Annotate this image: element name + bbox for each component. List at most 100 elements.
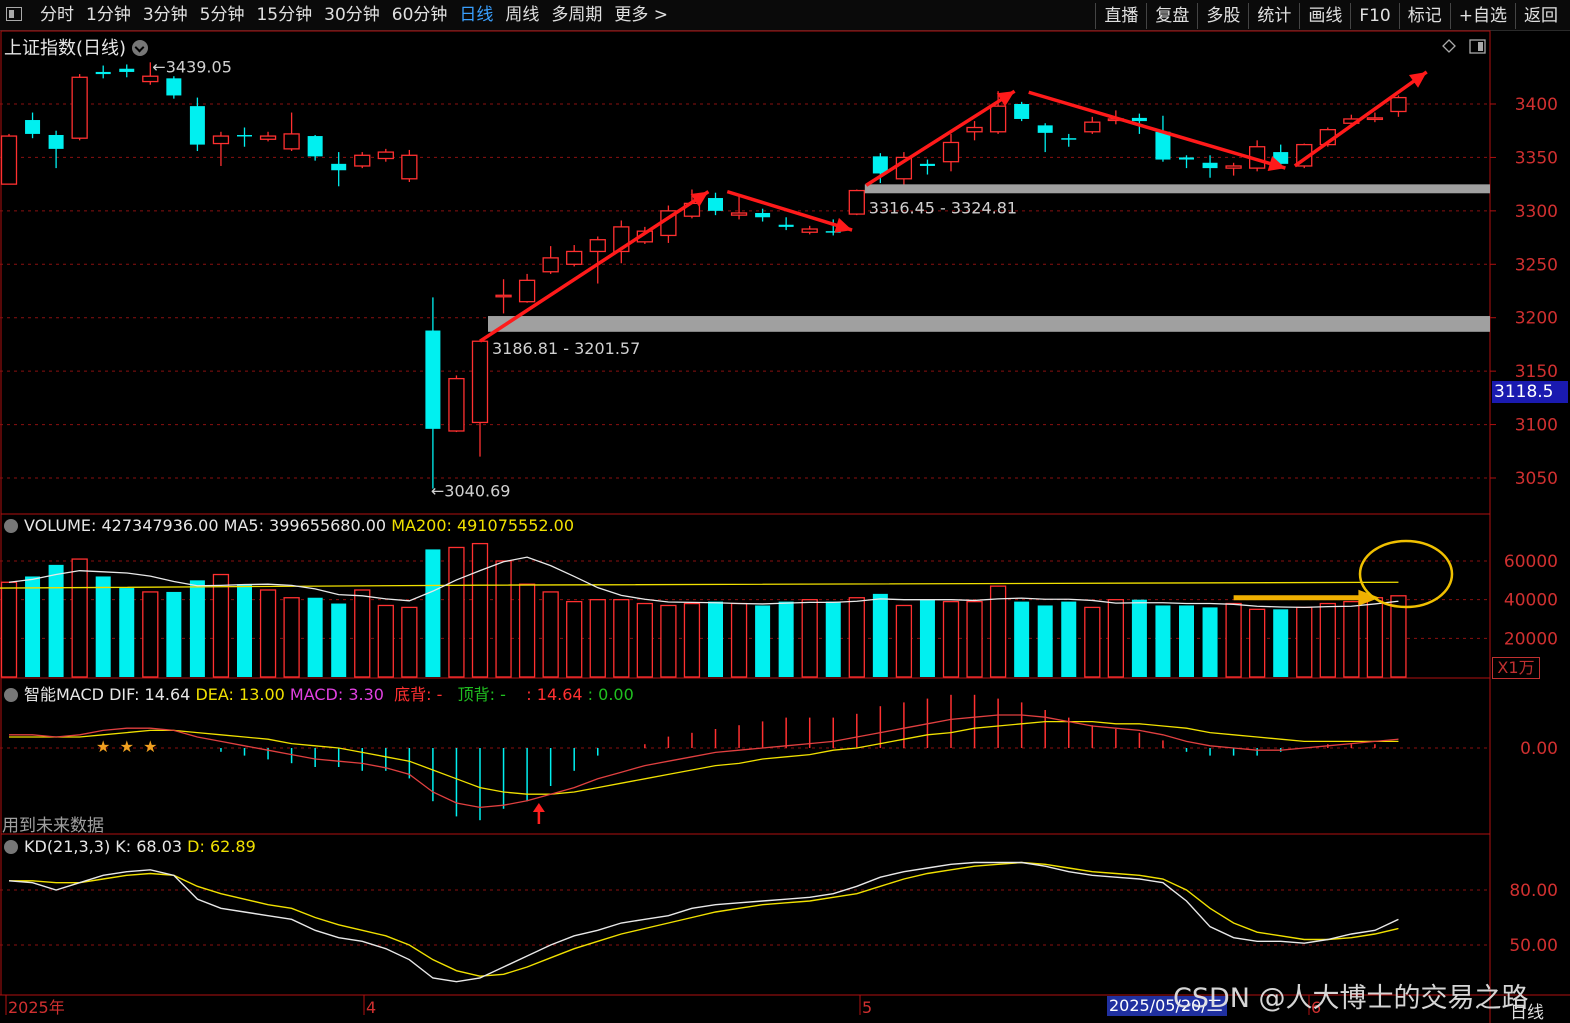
date-label: 4 [366,998,376,1017]
volume-bar-up [71,558,88,678]
volume-tick-label: 60000 [1504,552,1558,572]
price-tick-label: 3150 [1515,362,1558,382]
volume-bar-up [613,599,630,678]
candle-body-up [589,239,606,253]
macd-extra1: : 14.64 [526,685,583,704]
volume-bar-up [636,602,653,678]
candle-body-down [189,106,205,145]
volume-bar-down [166,591,182,677]
volume-bar-down [95,576,111,677]
volume-bar-down [119,588,135,677]
panel-toggle-icon[interactable] [1469,39,1486,54]
volume-bar-down [237,584,252,677]
volume-bar-up [283,597,300,678]
macd-value: MACD: 3.30 [289,685,384,704]
kd-legend: KD(21,3,3) K: 68.03 D: 62.89 [4,837,256,856]
current-price-tag: 3118.5 [1492,381,1568,403]
date-label: 5 [862,998,872,1017]
macd-signal-star-icon: ★ [143,737,157,756]
candle-body-up [212,135,230,145]
volume-bar-up [1366,597,1384,678]
volume-bar-down [425,549,441,677]
volume-bar-up [1249,608,1266,678]
candle-body-down [1014,104,1030,119]
volume-bar-up [730,602,748,678]
volume-bar-up [966,600,983,678]
volume-unit: X1万 [1492,657,1540,679]
kd-d-line [9,861,1399,977]
macd-extra2: : 0.00 [587,685,634,704]
macd-bottom-div: 底背: - [394,685,443,704]
volume-ma200: MA200: 491075552.00 [391,516,575,535]
candle-body-up [401,154,418,180]
macd-legend: 智能MACD DIF: 14.64 DEA: 13.00 MACD: 3.30 … [4,681,634,705]
volume-bar-up [1225,602,1242,678]
candle-body-down [237,134,252,137]
candle-body-down [778,224,794,227]
candle-body-up [1390,96,1407,113]
candle-body-down [1155,131,1171,160]
diamond-icon[interactable] [1442,39,1456,53]
pane-frame-0 [0,30,1491,515]
chevron-down-icon[interactable] [4,840,18,854]
volume-legend: VOLUME: 427347936.00 MA5: 399655680.00 M… [4,516,574,535]
top-right-icons [1440,38,1490,56]
macd-tick-label: 0.00 [1520,739,1558,759]
volume-bar-up [518,583,536,678]
volume-bar-up [471,542,489,678]
macd-dea-line [9,720,1399,795]
kd-d: D: 62.89 [187,837,256,856]
high-annotation: ←3439.05 [152,57,232,76]
candle-body-up [942,141,960,163]
volume-value: VOLUME: 427347936.00 [24,516,219,535]
kd-tick-label: 50.00 [1509,936,1558,956]
support-zone-2 [864,184,1490,194]
pane-frame-3 [0,833,1491,996]
volume-bar-down [1202,607,1218,677]
candle-body-down [1061,138,1077,140]
candle-body-down [755,212,771,218]
volume-tick-label: 40000 [1504,591,1558,611]
candle-body-up [1366,117,1384,121]
volume-bar-down [1179,605,1194,677]
chevron-down-icon[interactable] [4,519,18,533]
low-annotation: ←3040.69 [431,482,511,501]
macd-signal-star-icon: ★ [120,737,134,756]
volume-bar-up [1319,602,1336,678]
candle-body-up [848,189,865,215]
price-tick-label: 3350 [1515,148,1558,168]
support-zone-1-label: 3186.81 - 3201.57 [492,339,640,358]
volume-ma5: MA5: 399655680.00 [223,516,387,535]
volume-bar-down [189,580,205,677]
candle-body-up [1225,165,1242,169]
kline-chart-svg[interactable]: 3050 3100 3150 3200 3250 3300 3350 3400 3186.81 … [0,0,1570,1023]
volume-bar-up [401,606,418,678]
volume-bar-down [708,601,723,677]
price-tick-label: 3300 [1515,202,1558,222]
volume-bar-up [212,573,230,678]
chevron-down-icon[interactable] [4,688,18,702]
trend-arrow-up-2 [865,89,1016,187]
volume-bar-up [1296,606,1313,678]
volume-bar-up [142,591,159,678]
volume-bar-down [825,601,841,677]
volume-bar-up [448,546,465,678]
macd-dif: DIF: 14.64 [109,685,191,704]
candle-body-up [966,126,983,133]
candle-body-up [448,377,465,432]
candle-body-down [425,330,441,429]
volume-bar-down [331,603,347,677]
macd-buy-arrow-head [532,803,545,812]
candle-body-up [283,133,300,150]
candle-body-down [307,136,323,157]
future-data-note: 用到未来数据 [2,816,104,836]
price-tick-label: 3400 [1515,95,1558,115]
watermark: CSDN @人大博士的交易之路 [1173,983,1529,1014]
volume-bar-down [755,605,771,677]
volume-bar-up [542,591,559,678]
candle-body-up [259,135,277,140]
candle-body-down [1037,125,1053,133]
volume-bar-down [25,576,41,677]
volume-bar-down [778,601,794,677]
candle-body-up [471,340,489,424]
